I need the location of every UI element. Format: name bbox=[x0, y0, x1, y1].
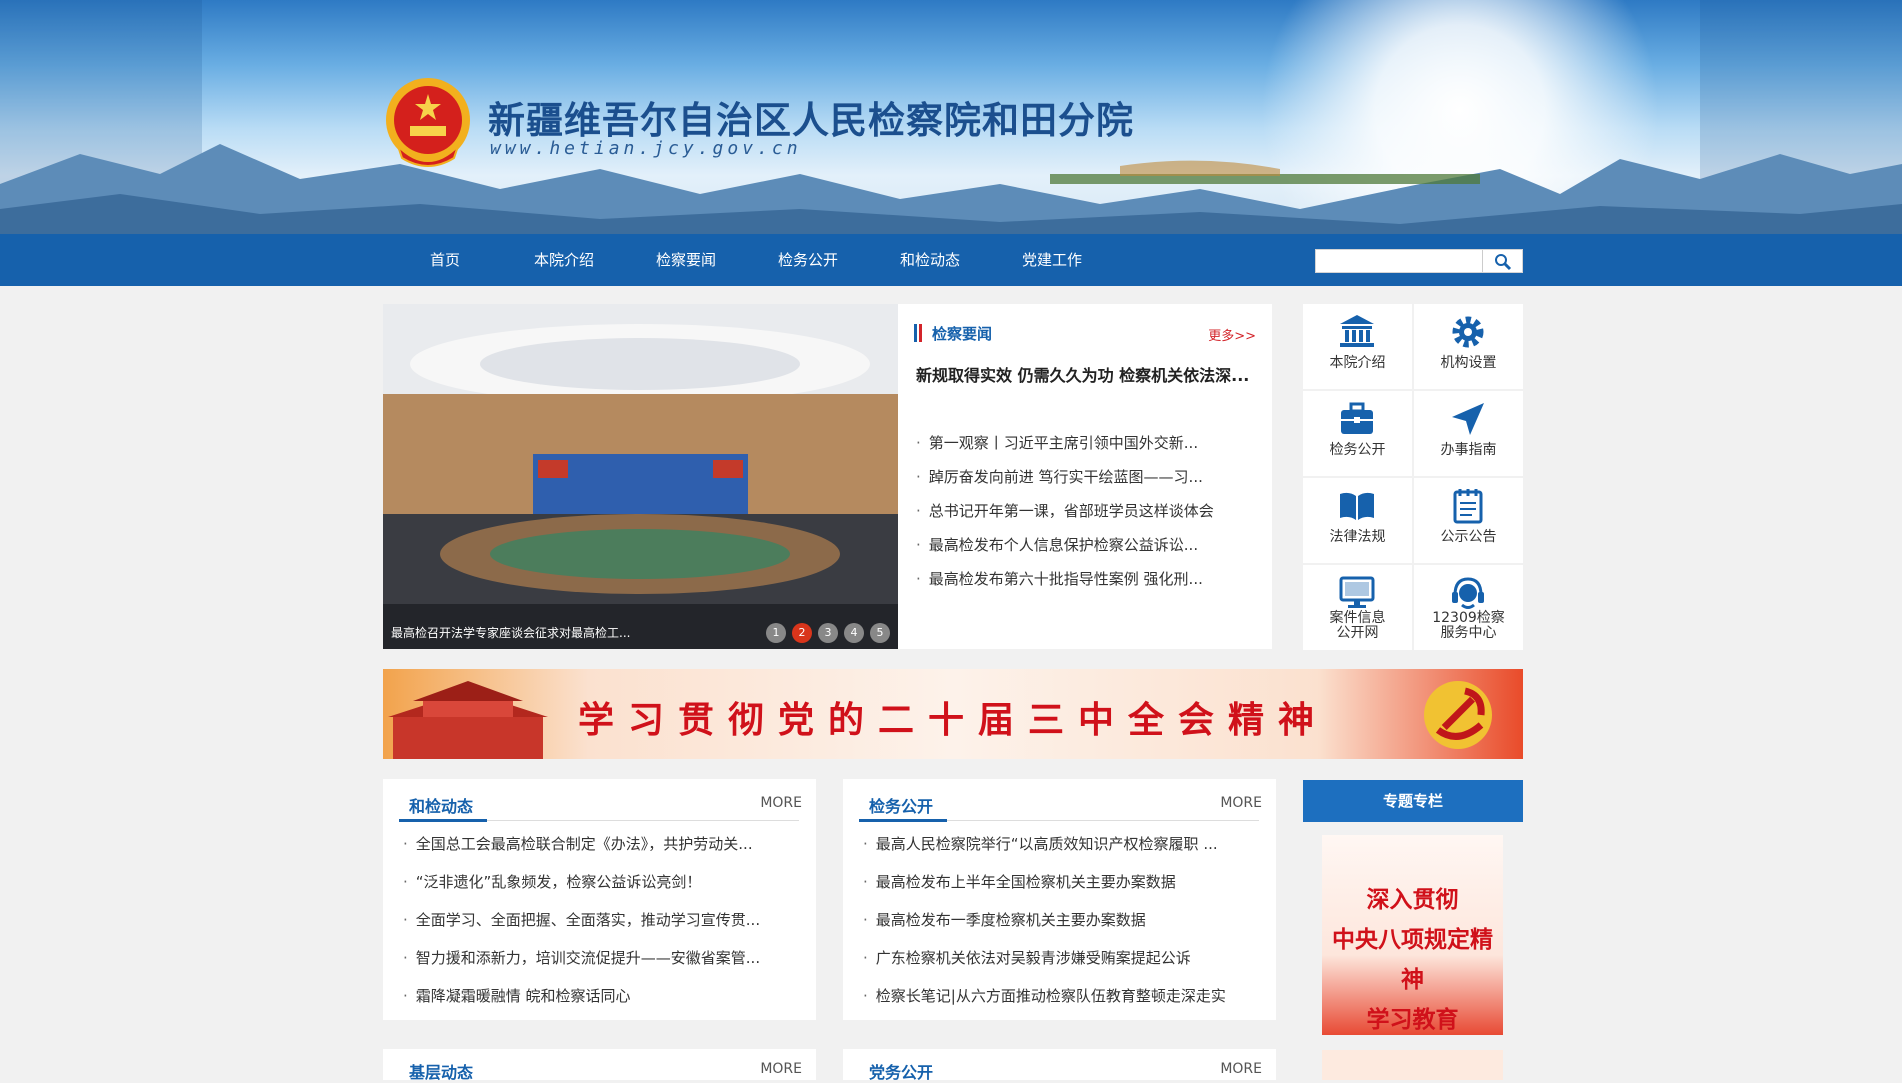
news-item[interactable]: 最高检发布第六十批指导性案例 强化刑... bbox=[916, 568, 1256, 602]
special-banner-line: 中央八项规定精神 bbox=[1332, 926, 1493, 993]
list-item[interactable]: 最高检发布一季度检察机关主要办案数据 bbox=[863, 901, 1263, 939]
quick-link-label: 检务公开 bbox=[1329, 442, 1386, 458]
panel-title: 基层动态 bbox=[409, 1063, 474, 1082]
national-emblem-icon bbox=[386, 78, 470, 167]
special-banner-text: 深入贯彻 中央八项规定精神 学习教育 bbox=[1322, 835, 1503, 1040]
book-icon bbox=[1340, 492, 1374, 520]
quick-links-grid: 本院介绍 机构设置 检务公开 办事指南 法律法规 公示公告 案件信息 公开网 1… bbox=[1303, 304, 1523, 650]
slider-dot[interactable]: 2 bbox=[792, 623, 812, 643]
list-item[interactable]: 最高检发布上半年全国检察机关主要办案数据 bbox=[863, 863, 1263, 901]
panel-list: 最高人民检察院举行“以高质效知识产权检察履职 ... 最高检发布上半年全国检察机… bbox=[863, 825, 1263, 1015]
panel-more-link[interactable]: MORE bbox=[760, 1061, 802, 1077]
search-button[interactable] bbox=[1482, 250, 1522, 272]
news-item[interactable]: 第一观察丨习近平主席引领中国外交新... bbox=[916, 432, 1256, 466]
section-marker bbox=[919, 324, 922, 342]
quick-link-label: 本院介绍 bbox=[1329, 355, 1386, 371]
slider-dot[interactable]: 5 bbox=[870, 623, 890, 643]
search-icon bbox=[1495, 254, 1512, 271]
quick-link-service-center[interactable]: 12309检察 服务中心 bbox=[1414, 565, 1523, 650]
quick-link-affairs[interactable]: 检务公开 bbox=[1303, 391, 1412, 476]
list-item[interactable]: “泛非遗化”乱象频发，检察公益诉讼亮剑！ bbox=[403, 863, 803, 901]
special-banner-line: 深入贯彻 bbox=[1366, 886, 1459, 913]
search-input[interactable] bbox=[1319, 252, 1479, 270]
search-box bbox=[1315, 249, 1523, 273]
list-item[interactable]: 最高人民检察院举行“以高质效知识产权检察履职 ... bbox=[863, 825, 1263, 863]
news-panel: 检察要闻 更多>> 新规取得实效 仍需久久为功 检察机关依法深... 第一观察丨… bbox=[898, 304, 1272, 649]
slider-dots: 1 2 3 4 5 bbox=[766, 623, 890, 643]
nav-news[interactable]: 检察要闻 bbox=[646, 234, 726, 286]
list-item[interactable]: 全国总工会最高检联合制定《办法》，共护劳动关... bbox=[403, 825, 803, 863]
panel-more-link[interactable]: MORE bbox=[760, 795, 802, 811]
panel-title: 党务公开 bbox=[869, 1063, 934, 1082]
nav-hetian-updates[interactable]: 和检动态 bbox=[890, 234, 970, 286]
quick-link-label: 办事指南 bbox=[1440, 442, 1497, 458]
news-item[interactable]: 踔厉奋发向前进 笃行实干绘蓝图——习... bbox=[916, 466, 1256, 500]
notepad-icon bbox=[1453, 489, 1483, 524]
briefcase-icon bbox=[1341, 402, 1373, 434]
quick-link-label: 公示公告 bbox=[1440, 529, 1497, 545]
panel-more-link[interactable]: MORE bbox=[1220, 1061, 1262, 1077]
quick-link-laws[interactable]: 法律法规 bbox=[1303, 478, 1412, 563]
panel-party-affairs: 党务公开 MORE bbox=[843, 1049, 1276, 1082]
news-headline[interactable]: 新规取得实效 仍需久久为功 检察机关依法深... bbox=[916, 362, 1249, 386]
nav-home[interactable]: 首页 bbox=[405, 234, 485, 286]
nav-party-work[interactable]: 党建工作 bbox=[1012, 234, 1092, 286]
title-underline bbox=[399, 819, 487, 822]
feature-banner[interactable]: 学习贯彻党的二十届三中全会精神 bbox=[383, 669, 1523, 759]
building-icon bbox=[1340, 315, 1374, 347]
site-title: 新疆维吾尔自治区人民检察院和田分院 bbox=[488, 98, 1134, 142]
panel-title: 检务公开 bbox=[869, 797, 934, 816]
quick-link-about[interactable]: 本院介绍 bbox=[1303, 304, 1412, 389]
header-banner: 新疆维吾尔自治区人民检察院和田分院 www.hetian.jcy.gov.cn bbox=[0, 0, 1902, 234]
special-banner-line: 学习教育 bbox=[1366, 1006, 1459, 1033]
panel-grassroots: 基层动态 MORE bbox=[383, 1049, 816, 1082]
news-item[interactable]: 最高检发布个人信息保护检察公益诉讼... bbox=[916, 534, 1256, 568]
quick-link-label: 案件信息 公开网 bbox=[1329, 610, 1386, 641]
news-item[interactable]: 总书记开年第一课，省部班学员这样谈体会 bbox=[916, 500, 1256, 534]
list-item[interactable]: 霜降凝霜暖融情 皖和检察话同心 bbox=[403, 977, 803, 1015]
panel-list: 全国总工会最高检联合制定《办法》，共护劳动关... “泛非遗化”乱象频发，检察公… bbox=[403, 825, 803, 1015]
quick-link-label: 法律法规 bbox=[1329, 529, 1386, 545]
panel-affairs: 检务公开 MORE 最高人民检察院举行“以高质效知识产权检察履职 ... 最高检… bbox=[843, 779, 1276, 1020]
slider-dot[interactable]: 4 bbox=[844, 623, 864, 643]
news-section-title: 检察要闻 bbox=[932, 325, 993, 343]
nav-affairs[interactable]: 检务公开 bbox=[768, 234, 848, 286]
panel-hetian-updates: 和检动态 MORE 全国总工会最高检联合制定《办法》，共护劳动关... “泛非遗… bbox=[383, 779, 816, 1020]
panel-title: 和检动态 bbox=[409, 797, 474, 816]
section-marker bbox=[914, 324, 917, 342]
monitor-icon bbox=[1339, 576, 1375, 608]
news-list: 第一观察丨习近平主席引领中国外交新... 踔厉奋发向前进 笃行实干绘蓝图——习.… bbox=[916, 432, 1256, 602]
quick-link-label: 12309检察 服务中心 bbox=[1432, 610, 1505, 641]
navigation-icon bbox=[1452, 403, 1484, 435]
special-topic-banner[interactable]: 深入贯彻 中央八项规定精神 学习教育 bbox=[1322, 835, 1503, 1035]
meeting-photo bbox=[383, 304, 898, 649]
party-emblem-icon bbox=[1424, 681, 1492, 749]
panel-more-link[interactable]: MORE bbox=[1220, 795, 1262, 811]
photo-slider[interactable]: 最高检召开法学专家座谈会征求对最高检工... 1 2 3 4 5 bbox=[383, 304, 898, 649]
list-item[interactable]: 全面学习、全面把握、全面落实，推动学习宣传贯... bbox=[403, 901, 803, 939]
list-item[interactable]: 智力援和添新力，培训交流促提升——安徽省案管... bbox=[403, 939, 803, 977]
quick-link-organization[interactable]: 机构设置 bbox=[1414, 304, 1523, 389]
quick-link-notices[interactable]: 公示公告 bbox=[1414, 478, 1523, 563]
slider-caption[interactable]: 最高检召开法学专家座谈会征求对最高检工... bbox=[391, 624, 630, 641]
quick-link-guide[interactable]: 办事指南 bbox=[1414, 391, 1523, 476]
nav-about[interactable]: 本院介绍 bbox=[524, 234, 604, 286]
main-nav: 首页 本院介绍 检察要闻 检务公开 和检动态 党建工作 bbox=[0, 234, 1902, 286]
quick-link-label: 机构设置 bbox=[1440, 355, 1497, 371]
list-item[interactable]: 广东检察机关依法对吴毅青涉嫌受贿案提起公诉 bbox=[863, 939, 1263, 977]
slider-dot[interactable]: 1 bbox=[766, 623, 786, 643]
list-item[interactable]: 检察长笔记|从六方面推动检察队伍教育整顿走深走实 bbox=[863, 977, 1263, 1015]
gear-icon bbox=[1452, 316, 1484, 348]
headset-icon bbox=[1452, 577, 1484, 609]
site-url: www.hetian.jcy.gov.cn bbox=[490, 138, 802, 159]
news-more-link[interactable]: 更多>> bbox=[1208, 325, 1256, 344]
special-column-header[interactable]: 专题专栏 bbox=[1303, 780, 1523, 822]
title-underline bbox=[859, 819, 947, 822]
slider-dot[interactable]: 3 bbox=[818, 623, 838, 643]
special-topic-banner-2[interactable] bbox=[1322, 1050, 1503, 1080]
quick-link-case-info[interactable]: 案件信息 公开网 bbox=[1303, 565, 1412, 650]
feature-banner-text: 学习贯彻党的二十届三中全会精神 bbox=[577, 699, 1328, 741]
